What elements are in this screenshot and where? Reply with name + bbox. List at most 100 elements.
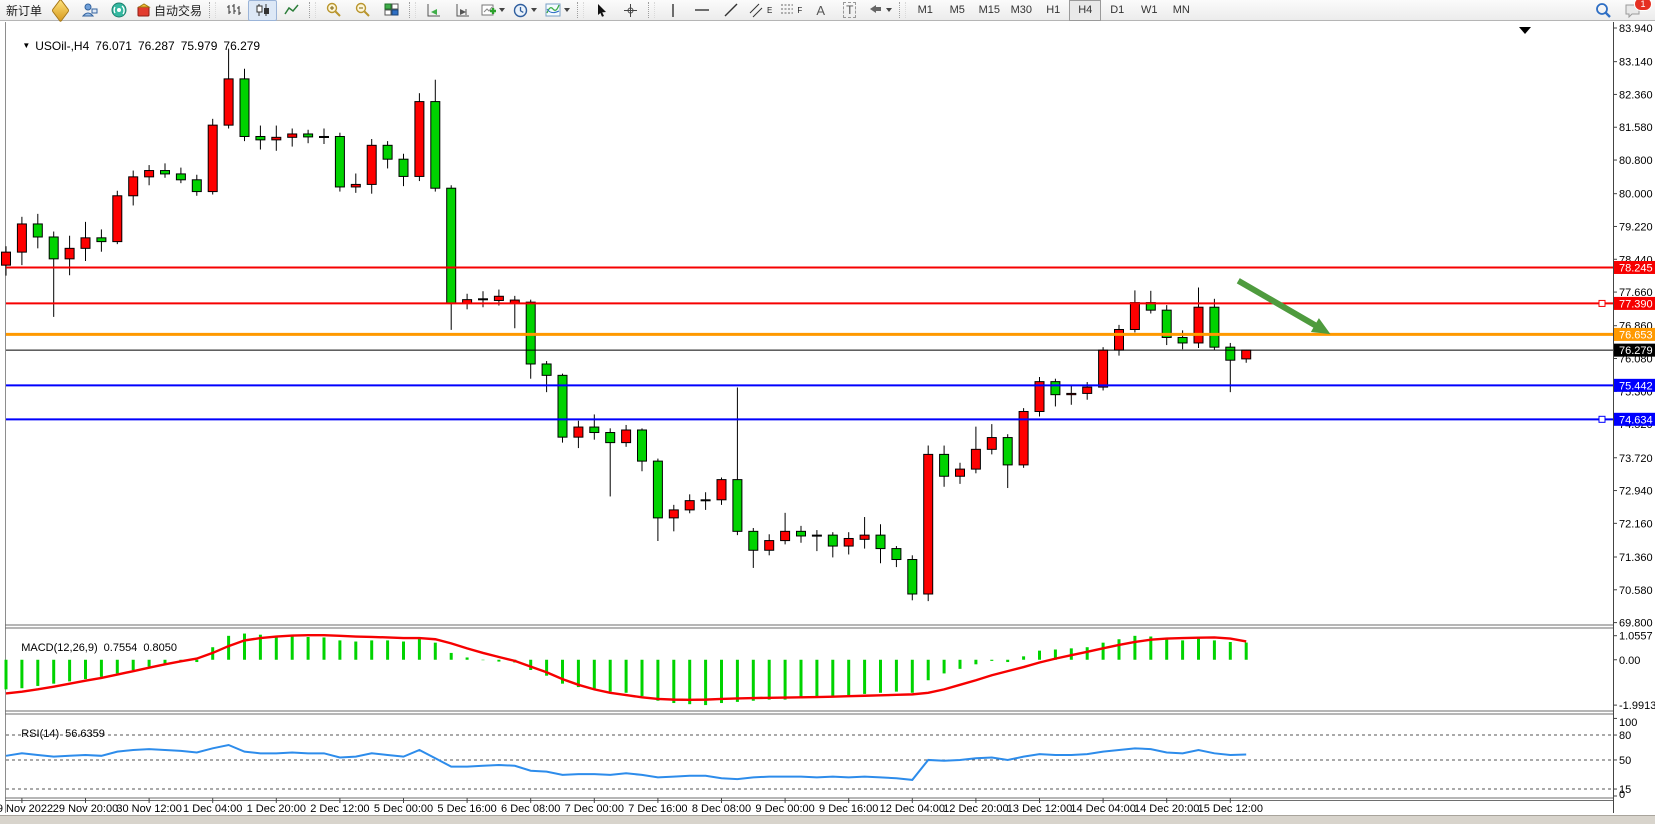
toolbar-separator bbox=[648, 2, 655, 18]
auto-scroll-button[interactable] bbox=[419, 0, 448, 21]
rsi-axis-label: 0 bbox=[1619, 789, 1625, 801]
chart-shift-button[interactable] bbox=[448, 0, 477, 21]
rsi-value: 56.6359 bbox=[65, 728, 105, 740]
hline-handle[interactable] bbox=[1599, 300, 1605, 306]
candle-body bbox=[1051, 382, 1060, 395]
indicators-icon bbox=[545, 3, 561, 17]
candle-body bbox=[971, 449, 980, 469]
timeframe-button-h4[interactable]: H4 bbox=[1069, 0, 1101, 21]
candle-body bbox=[240, 79, 249, 137]
timeframe-button-h1[interactable]: H1 bbox=[1037, 0, 1069, 21]
macd-name: MACD(12,26,9) bbox=[21, 642, 97, 654]
candle-body bbox=[812, 535, 821, 536]
macd-value-1: 0.7554 bbox=[104, 642, 138, 654]
timeframe-button-m30[interactable]: M30 bbox=[1005, 0, 1037, 21]
expert-advisors-icon bbox=[82, 3, 98, 17]
y-axis-tick-label: 80.800 bbox=[1619, 155, 1653, 167]
timeframe-button-m1[interactable]: M1 bbox=[909, 0, 941, 21]
trendline-button[interactable] bbox=[716, 0, 745, 21]
shapes-button[interactable] bbox=[864, 0, 896, 21]
horizontal-line-button[interactable] bbox=[687, 0, 716, 21]
x-axis-label: 7 Dec 16:00 bbox=[628, 803, 687, 815]
auto-scroll-icon bbox=[426, 3, 442, 17]
vertical-line-icon bbox=[668, 3, 678, 18]
new-chart-icon bbox=[481, 3, 496, 17]
candle-body bbox=[717, 480, 726, 500]
signals-button[interactable] bbox=[104, 0, 133, 21]
new-order-button[interactable]: 新订单 bbox=[2, 0, 46, 21]
autotrading-button[interactable]: 自动交易 bbox=[133, 0, 206, 21]
chart-window: 83.94083.14082.36081.58080.80080.00079.2… bbox=[0, 22, 1655, 823]
candle-body bbox=[176, 174, 185, 180]
market-button[interactable] bbox=[46, 0, 75, 21]
candle-body bbox=[844, 538, 853, 546]
right-tools: 1 bbox=[1589, 0, 1647, 21]
candle-body bbox=[81, 238, 90, 249]
fibo-sub-label: F bbox=[797, 6, 802, 15]
arrow-shapes-icon bbox=[868, 3, 883, 17]
candle-body bbox=[192, 180, 201, 192]
rsi-axis-label: 80 bbox=[1619, 730, 1631, 742]
timeframe-button-mn[interactable]: MN bbox=[1165, 0, 1197, 21]
equidistant-channel-icon bbox=[749, 3, 766, 18]
periods-button[interactable] bbox=[509, 0, 541, 21]
x-axis-label: 5 Dec 16:00 bbox=[437, 803, 496, 815]
timeframe-button-m15[interactable]: M15 bbox=[973, 0, 1005, 21]
y-axis-tick-label: 79.220 bbox=[1619, 221, 1653, 233]
candle-body bbox=[940, 454, 949, 476]
crosshair-button[interactable] bbox=[616, 0, 645, 21]
search-button[interactable] bbox=[1589, 0, 1618, 21]
horizontal-line-icon bbox=[694, 5, 710, 15]
tile-windows-button[interactable] bbox=[377, 0, 406, 21]
timeframe-button-w1[interactable]: W1 bbox=[1133, 0, 1165, 21]
symbol-period-label: USOil-,H4 bbox=[35, 39, 89, 53]
crosshair-icon bbox=[623, 3, 638, 18]
cursor-button[interactable] bbox=[587, 0, 616, 21]
chart-canvas[interactable]: 83.94083.14082.36081.58080.80080.00079.2… bbox=[0, 22, 1655, 823]
candle-body bbox=[685, 501, 694, 510]
text-label-button[interactable]: T bbox=[835, 0, 864, 21]
price-line-label: 75.442 bbox=[1619, 380, 1653, 392]
x-axis-label: 30 Nov 12:00 bbox=[116, 803, 181, 815]
candle-body bbox=[1242, 350, 1251, 359]
zoom-out-button[interactable] bbox=[348, 0, 377, 21]
candle-body bbox=[97, 238, 106, 242]
candle-body bbox=[288, 134, 297, 137]
candle-body bbox=[1226, 347, 1235, 360]
chart-shift-marker-icon[interactable] bbox=[1519, 27, 1531, 34]
hline-handle[interactable] bbox=[1599, 416, 1605, 422]
collapse-icon[interactable]: ▼ bbox=[22, 41, 30, 50]
vertical-line-button[interactable] bbox=[658, 0, 687, 21]
zoom-in-icon bbox=[326, 2, 342, 18]
expert-advisors-button[interactable] bbox=[75, 0, 104, 21]
y-axis-tick-label: 83.140 bbox=[1619, 57, 1653, 69]
macd-axis-label: -1.9913 bbox=[1619, 700, 1655, 712]
y-axis-tick-label: 72.940 bbox=[1619, 486, 1653, 498]
chart-shift-icon bbox=[455, 3, 471, 17]
zoom-in-button[interactable] bbox=[319, 0, 348, 21]
timeframe-button-m5[interactable]: M5 bbox=[941, 0, 973, 21]
macd-indicator-label: MACD(12,26,9)0.75540.8050 bbox=[9, 630, 177, 666]
indicators-button[interactable] bbox=[541, 0, 574, 21]
notifications-button[interactable]: 1 bbox=[1618, 0, 1647, 21]
text-button[interactable]: A bbox=[806, 0, 835, 21]
periods-clock-icon bbox=[513, 3, 528, 18]
line-chart-icon bbox=[284, 3, 300, 17]
x-axis-label: 14 Dec 20:00 bbox=[1134, 803, 1199, 815]
x-axis-label: 9 Dec 00:00 bbox=[755, 803, 814, 815]
timeframe-button-d1[interactable]: D1 bbox=[1101, 0, 1133, 21]
fibonacci-button[interactable]: F bbox=[776, 0, 806, 21]
x-axis-label: 13 Dec 12:00 bbox=[1007, 803, 1072, 815]
autotrading-icon bbox=[137, 3, 152, 17]
x-axis-label: 2 Dec 12:00 bbox=[310, 803, 369, 815]
bar-chart-button[interactable] bbox=[219, 0, 248, 21]
rsi-indicator-label: RSI(14)56.6359 bbox=[9, 716, 105, 752]
open-value: 76.071 bbox=[95, 39, 132, 53]
line-chart-button[interactable] bbox=[277, 0, 306, 21]
candle-body bbox=[1115, 329, 1124, 350]
channel-button[interactable]: E bbox=[745, 0, 776, 21]
new-chart-button[interactable] bbox=[477, 0, 509, 21]
x-axis-label: 9 Dec 16:00 bbox=[819, 803, 878, 815]
candlestick-chart-button[interactable] bbox=[248, 0, 277, 21]
rsi-line bbox=[6, 745, 1246, 780]
